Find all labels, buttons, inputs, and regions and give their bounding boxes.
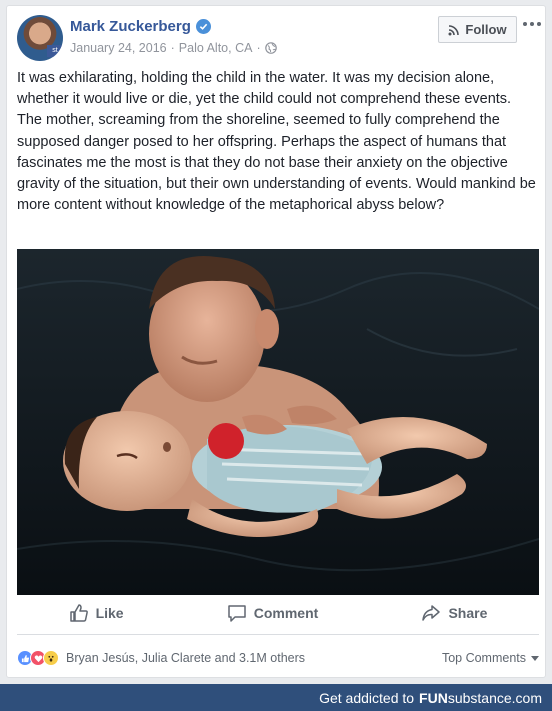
rss-icon xyxy=(448,24,460,35)
comment-label: Comment xyxy=(253,605,319,621)
banner-brand: FUNsubstance.com xyxy=(419,690,542,706)
share-icon xyxy=(422,605,441,621)
more-options-icon[interactable] xyxy=(523,16,541,32)
brand-light: substance xyxy=(447,689,512,706)
post-actions: Like Comment Share xyxy=(17,599,539,627)
brand-bold: FUN xyxy=(419,689,448,706)
like-button[interactable]: Like xyxy=(69,603,124,623)
comment-icon xyxy=(228,605,246,622)
caret-down-icon xyxy=(531,655,539,661)
post-meta: January 24, 2016 · Palo Alto, CA · xyxy=(70,41,277,55)
follow-button[interactable]: Follow xyxy=(438,16,517,43)
post-location[interactable]: Palo Alto, CA xyxy=(179,41,253,55)
comment-button[interactable]: Comment xyxy=(227,603,319,623)
post-date[interactable]: January 24, 2016 xyxy=(70,41,167,55)
wow-reaction-icon xyxy=(43,650,59,666)
top-comments-label: Top Comments xyxy=(441,651,526,665)
reactions-row: Bryan Jesús, Julia Clarete and 3.1M othe… xyxy=(17,648,539,668)
follow-label: Follow xyxy=(465,22,507,37)
watermark-banner: Get addicted to FUNsubstance.com xyxy=(0,684,552,711)
like-label: Like xyxy=(95,605,124,621)
author-name[interactable]: Mark Zuckerberg xyxy=(70,18,191,35)
author-row: Mark Zuckerberg xyxy=(70,18,211,35)
share-label: Share xyxy=(448,605,488,621)
globe-icon xyxy=(264,42,277,54)
post-photo[interactable] xyxy=(17,249,539,595)
top-comments-dropdown[interactable]: Top Comments xyxy=(442,651,539,665)
author-avatar[interactable]: st xyxy=(17,15,63,61)
reaction-names[interactable]: Bryan Jesús, Julia Clarete and 3.1M othe… xyxy=(62,651,442,665)
share-button[interactable]: Share xyxy=(421,603,487,623)
post-text: It was exhilarating, holding the child i… xyxy=(17,70,536,214)
reaction-icons[interactable] xyxy=(17,650,59,666)
verified-badge-icon xyxy=(195,19,211,34)
divider xyxy=(17,634,539,635)
banner-prefix: Get addicted to xyxy=(319,689,415,706)
brand-suffix: .com xyxy=(511,689,542,706)
photo-illustration xyxy=(17,249,539,595)
meta-separator: · xyxy=(170,41,175,55)
post-card: st Mark Zuckerberg January 24, 2016 · Pa… xyxy=(6,5,546,678)
thumbs-up-icon xyxy=(69,604,88,622)
meta-separator: · xyxy=(256,41,261,55)
avatar-badge: st xyxy=(47,45,63,57)
